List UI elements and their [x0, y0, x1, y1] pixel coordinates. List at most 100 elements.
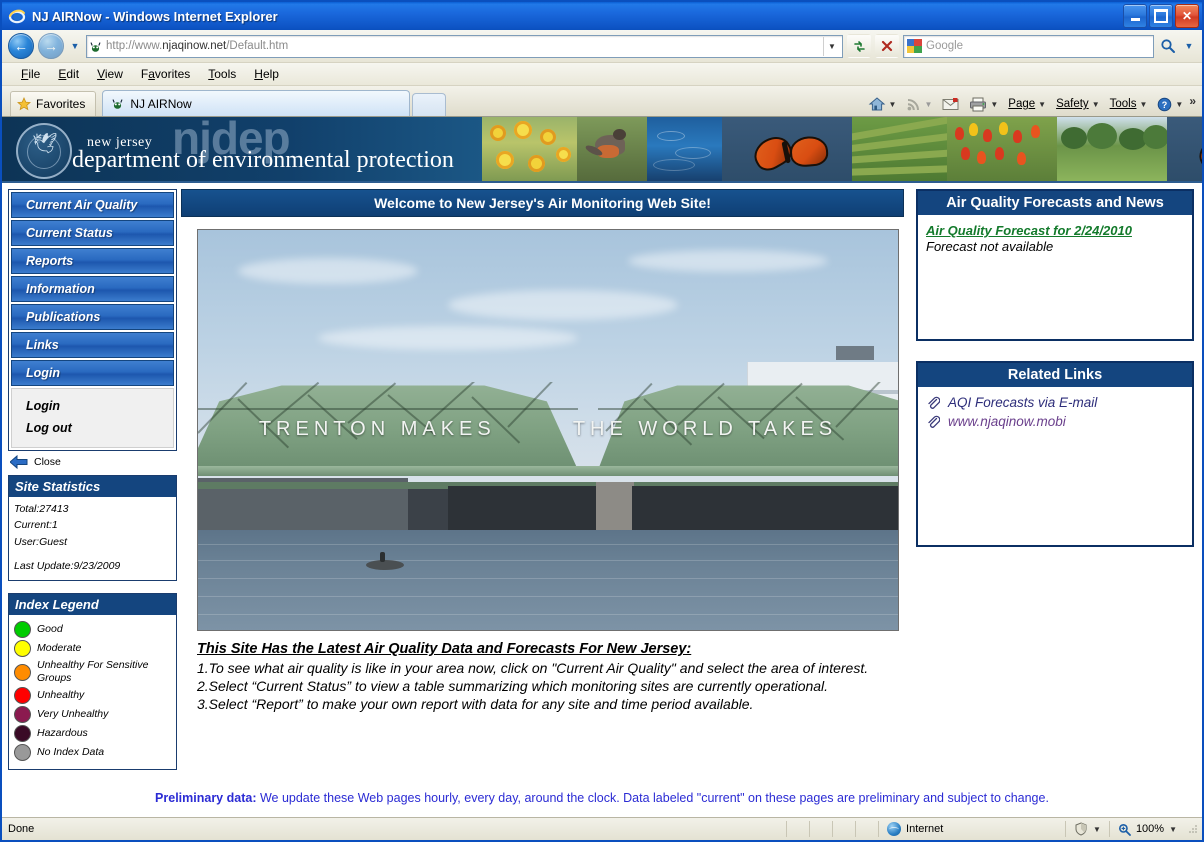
feeds-dropdown-icon[interactable]: ▼	[924, 100, 932, 109]
index-legend-heading: Index Legend	[9, 594, 176, 616]
url-input[interactable]: http://www.njaqinow.net/Default.htm ▼	[86, 34, 843, 58]
nav-current-status[interactable]: Current Status	[11, 220, 174, 246]
print-dropdown-icon[interactable]: ▼	[990, 100, 998, 109]
search-provider-dropdown-icon[interactable]: ▼	[1182, 36, 1196, 56]
stat-total: Total:27413	[14, 503, 69, 515]
feeds-button[interactable]: ▼	[902, 95, 936, 114]
banner-department-label: department of environmental protection	[72, 147, 454, 173]
related-links-panel: Related Links AQI Forecasts via E-mail w…	[916, 361, 1194, 547]
protected-mode-dropdown-icon[interactable]: ▼	[1093, 825, 1101, 834]
command-overflow-icon[interactable]: »	[1189, 94, 1196, 108]
minimize-button[interactable]	[1123, 4, 1147, 28]
help-menu-button[interactable]: ? ▼	[1153, 95, 1187, 114]
menu-tools[interactable]: Tools	[199, 65, 245, 83]
photo-bridge-deck	[198, 466, 898, 476]
stat-user: User:Guest	[14, 535, 68, 548]
home-icon	[868, 97, 885, 111]
print-button[interactable]: ▼	[965, 95, 1002, 114]
close-menu-link[interactable]: Close	[8, 451, 177, 475]
legend-dot-very-unhealthy	[14, 706, 31, 724]
site-statistics-heading: Site Statistics	[9, 476, 176, 497]
protected-mode-indicator[interactable]: ▼	[1066, 819, 1109, 839]
tab-nj-airnow[interactable]: NJ AIRNow	[102, 90, 411, 116]
safety-dropdown-icon[interactable]: ▼	[1092, 100, 1100, 109]
star-icon	[17, 97, 31, 111]
instruction-3: 3.Select “Report” to make your own repor…	[197, 696, 754, 713]
new-tab-button[interactable]	[412, 93, 447, 116]
menu-edit[interactable]: Edit	[49, 65, 88, 83]
legend-label-good: Good	[37, 623, 63, 635]
site-description: This Site Has the Latest Air Quality Dat…	[197, 641, 907, 714]
page-body: Current Air Quality Current Status Repor…	[2, 183, 1202, 781]
photo-truss-lattice-left	[198, 382, 578, 470]
nav-publications[interactable]: Publications	[11, 304, 174, 330]
url-text: http://www.njaqinow.net/Default.htm	[106, 40, 289, 52]
submenu-login[interactable]: Login	[26, 395, 173, 417]
nav-current-air-quality[interactable]: Current Air Quality	[11, 192, 174, 218]
address-bar: ← → ▼ http://www.njaqinow.net/Default.ht…	[2, 30, 1202, 63]
related-link-2[interactable]: www.njaqinow.mobi	[948, 414, 1066, 429]
forecasts-heading: Air Quality Forecasts and News	[918, 191, 1192, 215]
search-input[interactable]: Google	[903, 34, 1154, 58]
mail-icon	[942, 98, 959, 110]
nav-links[interactable]: Links	[11, 332, 174, 358]
maximize-button[interactable]	[1149, 4, 1173, 28]
welcome-banner: Welcome to New Jersey's Air Monitoring W…	[181, 189, 904, 217]
description-headline: This Site Has the Latest Air Quality Dat…	[197, 641, 692, 657]
banner-photo-butterfly-left	[722, 117, 852, 181]
page-menu-button[interactable]: Page ▼	[1004, 96, 1050, 112]
shield-icon	[1075, 822, 1087, 836]
menu-help[interactable]: Help	[245, 65, 288, 83]
index-legend-panel: Index Legend Good Moderate Unhealthy For…	[8, 593, 177, 771]
banner-photo-robin	[577, 117, 647, 181]
page-dropdown-icon[interactable]: ▼	[1038, 100, 1046, 109]
security-zone[interactable]: Internet	[879, 819, 1065, 839]
home-button[interactable]: ▼	[864, 94, 901, 114]
close-window-button[interactable]: ✕	[1175, 4, 1199, 28]
status-bar: Done Internet ▼ 100% ▼	[2, 817, 1202, 840]
search-button[interactable]	[1158, 36, 1178, 56]
stop-button[interactable]	[875, 34, 899, 58]
tools-menu-button[interactable]: Tools ▼	[1106, 96, 1152, 112]
home-dropdown-icon[interactable]: ▼	[889, 100, 897, 109]
menu-favorites[interactable]: Favorites	[132, 65, 199, 83]
banner-branding: njdep 🕊 new jersey department of environ…	[2, 117, 482, 181]
related-link-row-2[interactable]: www.njaqinow.mobi	[926, 414, 1184, 429]
related-links-heading: Related Links	[918, 363, 1192, 387]
legend-item-moderate: Moderate	[14, 640, 171, 658]
njdep-banner: njdep 🕊 new jersey department of environ…	[2, 117, 1202, 183]
favorites-button[interactable]: Favorites	[10, 91, 97, 116]
refresh-button[interactable]	[847, 34, 871, 58]
forecast-link[interactable]: Air Quality Forecast for 2/24/2010	[926, 223, 1184, 238]
resize-grip[interactable]	[1187, 823, 1199, 835]
page-viewport: njdep 🕊 new jersey department of environ…	[2, 117, 1202, 817]
menu-view[interactable]: View	[88, 65, 132, 83]
page-menu-label: Page	[1008, 98, 1036, 110]
forward-button[interactable]: →	[38, 33, 64, 59]
mail-button[interactable]	[938, 95, 963, 113]
url-dropdown-icon[interactable]: ▼	[823, 36, 840, 56]
legend-label-no-data: No Index Data	[37, 746, 105, 759]
nav-login[interactable]: Login	[11, 360, 174, 386]
photo-goose	[366, 560, 404, 570]
title-bar: NJ AIRNow - Windows Internet Explorer ✕	[2, 2, 1202, 30]
related-link-row-1[interactable]: AQI Forecasts via E-mail	[926, 395, 1184, 410]
recent-pages-dropdown-icon[interactable]: ▼	[68, 36, 82, 56]
back-button[interactable]: ←	[8, 33, 34, 59]
tools-menu-label: Tools	[1109, 98, 1137, 110]
tab-favicon	[111, 97, 124, 110]
window-controls: ✕	[1123, 4, 1199, 28]
help-dropdown-icon[interactable]: ▼	[1175, 100, 1183, 109]
menu-file[interactable]: FFileile	[12, 65, 49, 83]
zoom-control[interactable]: 100% ▼	[1110, 819, 1185, 839]
related-link-1[interactable]: AQI Forecasts via E-mail	[948, 395, 1097, 410]
nav-reports[interactable]: Reports	[11, 248, 174, 274]
stat-last-update: Last Update:9/23/2009	[14, 559, 121, 572]
submenu-log-out[interactable]: Log out	[26, 417, 173, 439]
nav-information[interactable]: Information	[11, 276, 174, 302]
zoom-dropdown-icon[interactable]: ▼	[1169, 825, 1177, 834]
main-navigation: Current Air Quality Current Status Repor…	[8, 189, 177, 451]
right-sidebar: Air Quality Forecasts and News Air Quali…	[912, 183, 1202, 781]
tools-dropdown-icon[interactable]: ▼	[1139, 100, 1147, 109]
safety-menu-button[interactable]: Safety ▼	[1052, 96, 1104, 112]
